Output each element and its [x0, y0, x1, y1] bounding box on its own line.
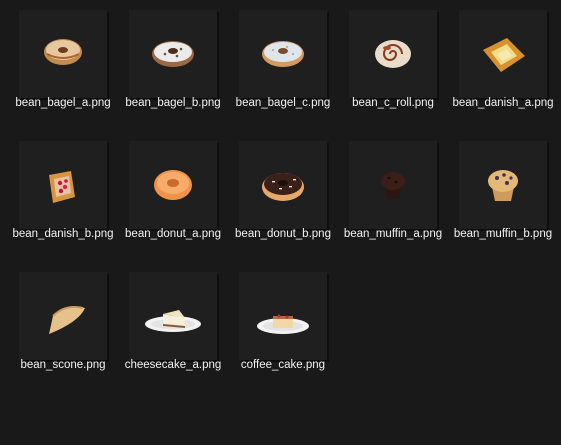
thumbnail	[19, 141, 107, 229]
file-name: coffee_cake.png	[240, 359, 326, 371]
file-item[interactable]: bean_bagel_c.png	[229, 2, 337, 130]
file-name: bean_bagel_c.png	[235, 97, 331, 109]
thumbnail	[129, 272, 217, 360]
file-name: bean_danish_a.png	[452, 97, 554, 109]
file-name: bean_donut_b.png	[235, 228, 331, 240]
bagel-sesame-icon	[262, 41, 304, 67]
file-name: bean_c_roll.png	[352, 97, 434, 109]
file-item[interactable]: bean_danish_b.png	[9, 133, 117, 261]
cheesecake-icon	[145, 310, 201, 332]
file-name: bean_muffin_a.png	[343, 228, 443, 240]
file-item[interactable]: coffee_cake.png	[229, 264, 337, 392]
coffee-cake-icon	[257, 314, 309, 334]
file-name: bean_scone.png	[20, 359, 106, 371]
file-item[interactable]: bean_c_roll.png	[339, 2, 447, 130]
muffin-blueberry-icon	[488, 170, 518, 201]
file-item[interactable]: bean_bagel_a.png	[9, 2, 117, 130]
thumbnail	[129, 10, 217, 98]
file-item[interactable]: bean_muffin_b.png	[449, 133, 557, 261]
file-name: bean_muffin_b.png	[453, 228, 553, 240]
file-item[interactable]: bean_bagel_b.png	[119, 2, 227, 130]
file-grid: bean_bagel_a.png bean_bagel_b.png bean_b…	[0, 0, 561, 445]
scone-icon	[49, 306, 85, 334]
file-name: bean_bagel_b.png	[125, 97, 221, 109]
muffin-chocolate-icon	[381, 172, 405, 199]
file-name: bean_danish_b.png	[12, 228, 114, 240]
file-item[interactable]: bean_donut_a.png	[119, 133, 227, 261]
file-name: bean_bagel_a.png	[15, 97, 111, 109]
thumbnail	[459, 141, 547, 229]
thumbnail	[19, 272, 107, 360]
thumbnail	[239, 10, 327, 98]
file-name: bean_donut_a.png	[125, 228, 221, 240]
thumbnail	[349, 141, 437, 229]
bagel-cream-cheese-icon	[152, 41, 194, 67]
thumbnail	[239, 141, 327, 229]
danish-berry-icon	[49, 171, 75, 203]
thumbnail	[349, 10, 437, 98]
danish-custard-icon	[483, 38, 525, 72]
file-item[interactable]: bean_muffin_a.png	[339, 133, 447, 261]
file-name: cheesecake_a.png	[124, 359, 222, 371]
donut-chocolate-icon	[262, 173, 304, 201]
file-item[interactable]: bean_scone.png	[9, 264, 117, 392]
file-item[interactable]: bean_donut_b.png	[229, 133, 337, 261]
file-item[interactable]: bean_danish_a.png	[449, 2, 557, 130]
file-item[interactable]: cheesecake_a.png	[119, 264, 227, 392]
thumbnail	[459, 10, 547, 98]
thumbnail	[239, 272, 327, 360]
bagel-plain-icon	[44, 39, 82, 65]
thumbnail	[129, 141, 217, 229]
thumbnail	[19, 10, 107, 98]
donut-glazed-icon	[154, 170, 192, 200]
cinnamon-roll-icon	[375, 40, 411, 68]
